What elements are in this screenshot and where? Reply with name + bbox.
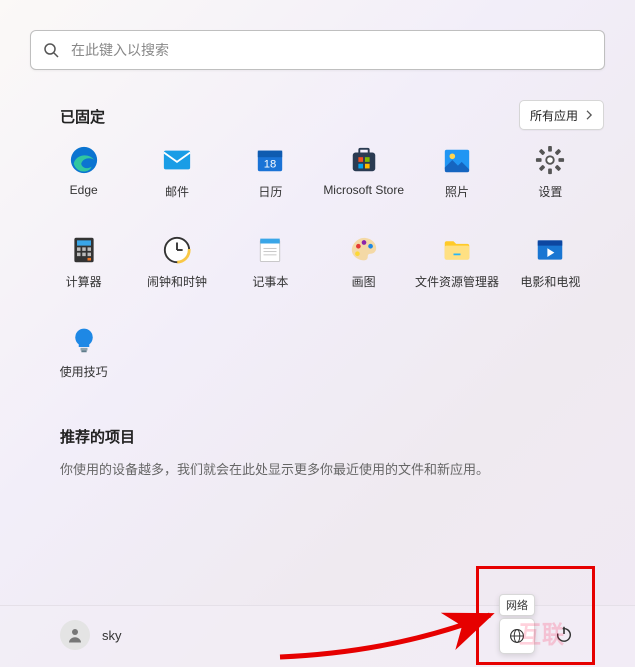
tile-label: 邮件 — [165, 183, 189, 200]
tile-label: 闹钟和时钟 — [147, 273, 207, 290]
settings-icon — [535, 145, 565, 175]
tile-label: 日历 — [258, 183, 282, 200]
photos-icon — [442, 145, 472, 175]
pinned-grid: Edge 邮件 18 日历 Microsoft Store 照片 设置 — [37, 145, 597, 385]
globe-icon — [509, 628, 525, 644]
recommended-text: 你使用的设备越多，我们就会在此处显示更多你最近使用的文件和新应用。 — [60, 459, 489, 478]
tile-label: 设置 — [538, 183, 562, 200]
svg-text:18: 18 — [264, 159, 277, 171]
tile-label: 记事本 — [252, 273, 288, 290]
tips-icon — [69, 325, 99, 355]
tile-tips[interactable]: 使用技巧 — [37, 325, 130, 385]
mail-icon — [162, 145, 192, 175]
clock-icon — [162, 235, 192, 265]
calendar-icon: 18 — [255, 145, 285, 175]
tile-photos[interactable]: 照片 — [410, 145, 503, 205]
recommended-title: 推荐的项目 — [60, 426, 135, 447]
tile-settings[interactable]: 设置 — [504, 145, 597, 205]
edge-icon — [69, 145, 99, 175]
store-icon — [349, 145, 379, 175]
network-button[interactable] — [499, 618, 535, 654]
paint-icon — [349, 235, 379, 265]
search-icon — [43, 42, 59, 58]
chevron-right-icon — [586, 110, 593, 120]
calculator-icon — [69, 235, 99, 265]
tile-store[interactable]: Microsoft Store — [317, 145, 410, 205]
tile-label: 画图 — [352, 273, 376, 290]
tile-label: 照片 — [445, 183, 469, 200]
network-tooltip: 网络 — [499, 594, 535, 616]
tile-calendar[interactable]: 18 日历 — [224, 145, 317, 205]
tile-label: 电影和电视 — [520, 273, 580, 290]
tile-calculator[interactable]: 计算器 — [37, 235, 130, 295]
tile-notepad[interactable]: 记事本 — [224, 235, 317, 295]
search-placeholder: 在此键入以搜索 — [71, 40, 169, 60]
tile-label: Microsoft Store — [323, 183, 404, 197]
search-box[interactable]: 在此键入以搜索 — [30, 30, 605, 70]
tile-explorer[interactable]: 文件资源管理器 — [410, 235, 503, 295]
tile-edge[interactable]: Edge — [37, 145, 130, 205]
user-button[interactable]: sky — [60, 620, 122, 650]
tile-label: Edge — [70, 183, 98, 197]
tile-clock[interactable]: 闹钟和时钟 — [130, 235, 223, 295]
user-name: sky — [102, 628, 122, 643]
all-apps-button[interactable]: 所有应用 — [519, 100, 604, 130]
tile-mail[interactable]: 邮件 — [130, 145, 223, 205]
explorer-icon — [442, 235, 472, 265]
avatar-icon — [60, 620, 90, 650]
tile-label: 计算器 — [66, 273, 102, 290]
notepad-icon — [255, 235, 285, 265]
tile-label: 文件资源管理器 — [415, 273, 499, 290]
tile-movies[interactable]: 电影和电视 — [504, 235, 597, 295]
all-apps-label: 所有应用 — [530, 107, 578, 124]
tile-paint[interactable]: 画图 — [317, 235, 410, 295]
power-button[interactable] — [555, 625, 573, 643]
pinned-title: 已固定 — [60, 106, 105, 127]
power-icon — [555, 625, 573, 643]
movies-icon — [535, 235, 565, 265]
tile-label: 使用技巧 — [60, 363, 108, 380]
